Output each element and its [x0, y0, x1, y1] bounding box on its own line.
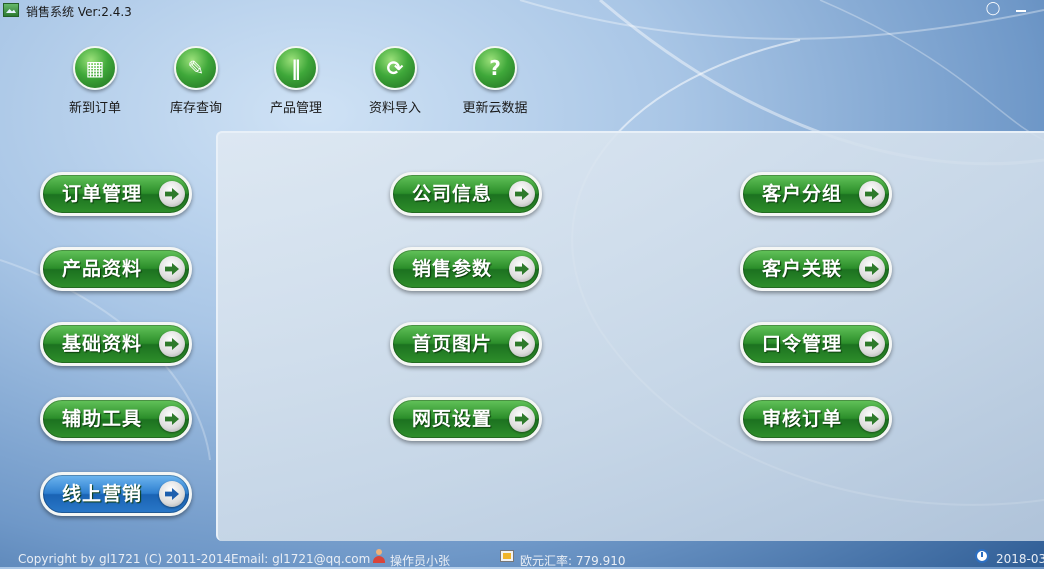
copyright-text: Copyright by gl1721 (C) 2011-2014 [18, 552, 232, 566]
arrow-right-icon [509, 181, 535, 207]
online-marketing-button[interactable]: 线上营销 [40, 472, 192, 516]
exchange-rate-icon [500, 550, 514, 562]
aux-tools-button[interactable]: 辅助工具 [40, 397, 192, 441]
toolbar-inventory-button[interactable]: ✎ 库存查询 [146, 46, 246, 116]
new-order-icon: ▦ [85, 56, 105, 80]
arrow-right-icon [159, 331, 185, 357]
shirt-icon[interactable]: ◯ [985, 2, 1001, 16]
button-label: 订单管理 [61, 183, 142, 205]
button-label: 产品资料 [61, 258, 142, 280]
arrow-right-icon [859, 331, 885, 357]
toolbar-label: 更新云数据 [462, 101, 528, 116]
button-label: 口令管理 [761, 333, 842, 355]
toolbar-label: 产品管理 [269, 101, 322, 116]
operator-text: 操作员小张 [390, 554, 451, 568]
arrow-right-icon [159, 481, 185, 507]
customer-link-button[interactable]: 客户关联 [740, 247, 892, 291]
arrow-right-icon [859, 406, 885, 432]
toolbar-cloud-update-button[interactable]: ? 更新云数据 [445, 46, 545, 116]
content-panel [216, 131, 1044, 541]
password-manage-button[interactable]: 口令管理 [740, 322, 892, 366]
button-label: 基础资料 [61, 333, 142, 355]
company-info-button[interactable]: 公司信息 [390, 172, 542, 216]
status-bar: Copyright by gl1721 (C) 2011-2014 Email:… [0, 545, 1044, 568]
arrow-right-icon [509, 331, 535, 357]
product-info-button[interactable]: 产品资料 [40, 247, 192, 291]
window-title: 销售系统 Ver:2.4.3 [26, 5, 132, 19]
cloud-update-icon: ? [489, 56, 501, 80]
button-label: 客户分组 [761, 183, 842, 205]
button-label: 线上营销 [61, 483, 142, 505]
arrow-right-icon [509, 256, 535, 282]
order-manage-button[interactable]: 订单管理 [40, 172, 192, 216]
app-icon [3, 3, 19, 17]
arrow-right-icon [159, 406, 185, 432]
review-order-button[interactable]: 审核订单 [740, 397, 892, 441]
sales-params-button[interactable]: 销售参数 [390, 247, 542, 291]
clock-icon [975, 549, 989, 563]
button-label: 销售参数 [411, 258, 492, 280]
product-manage-icon: ‖ [291, 56, 301, 80]
customer-group-button[interactable]: 客户分组 [740, 172, 892, 216]
toolbar-label: 新到订单 [68, 101, 121, 116]
arrow-right-icon [859, 181, 885, 207]
button-label: 网页设置 [411, 408, 492, 430]
arrow-right-icon [159, 256, 185, 282]
datetime-text: 2018-03 [996, 552, 1044, 566]
toolbar-import-button[interactable]: ⟳ 资料导入 [345, 46, 445, 116]
basic-info-button[interactable]: 基础资料 [40, 322, 192, 366]
toolbar-label: 资料导入 [368, 101, 421, 116]
homepage-image-button[interactable]: 首页图片 [390, 322, 542, 366]
arrow-right-icon [509, 406, 535, 432]
exchange-rate-text: 欧元汇率: 779.910 [520, 554, 626, 568]
toolbar-new-order-button[interactable]: ▦ 新到订单 [45, 46, 145, 116]
button-label: 首页图片 [411, 333, 492, 355]
button-label: 客户关联 [761, 258, 842, 280]
button-label: 公司信息 [411, 183, 492, 205]
inventory-search-icon: ✎ [187, 56, 205, 80]
button-label: 辅助工具 [61, 408, 142, 430]
arrow-right-icon [859, 256, 885, 282]
arrow-right-icon [159, 181, 185, 207]
toolbar-label: 库存查询 [169, 101, 222, 116]
user-icon [372, 549, 386, 563]
email-text: Email: gl1721@qq.com [231, 552, 371, 566]
toolbar-product-button[interactable]: ‖ 产品管理 [246, 46, 346, 116]
webpage-settings-button[interactable]: 网页设置 [390, 397, 542, 441]
minimize-icon[interactable] [1012, 2, 1030, 16]
import-icon: ⟳ [386, 56, 404, 80]
button-label: 审核订单 [761, 408, 842, 430]
title-bar: 销售系统 Ver:2.4.3 ◯ [0, 0, 1044, 22]
